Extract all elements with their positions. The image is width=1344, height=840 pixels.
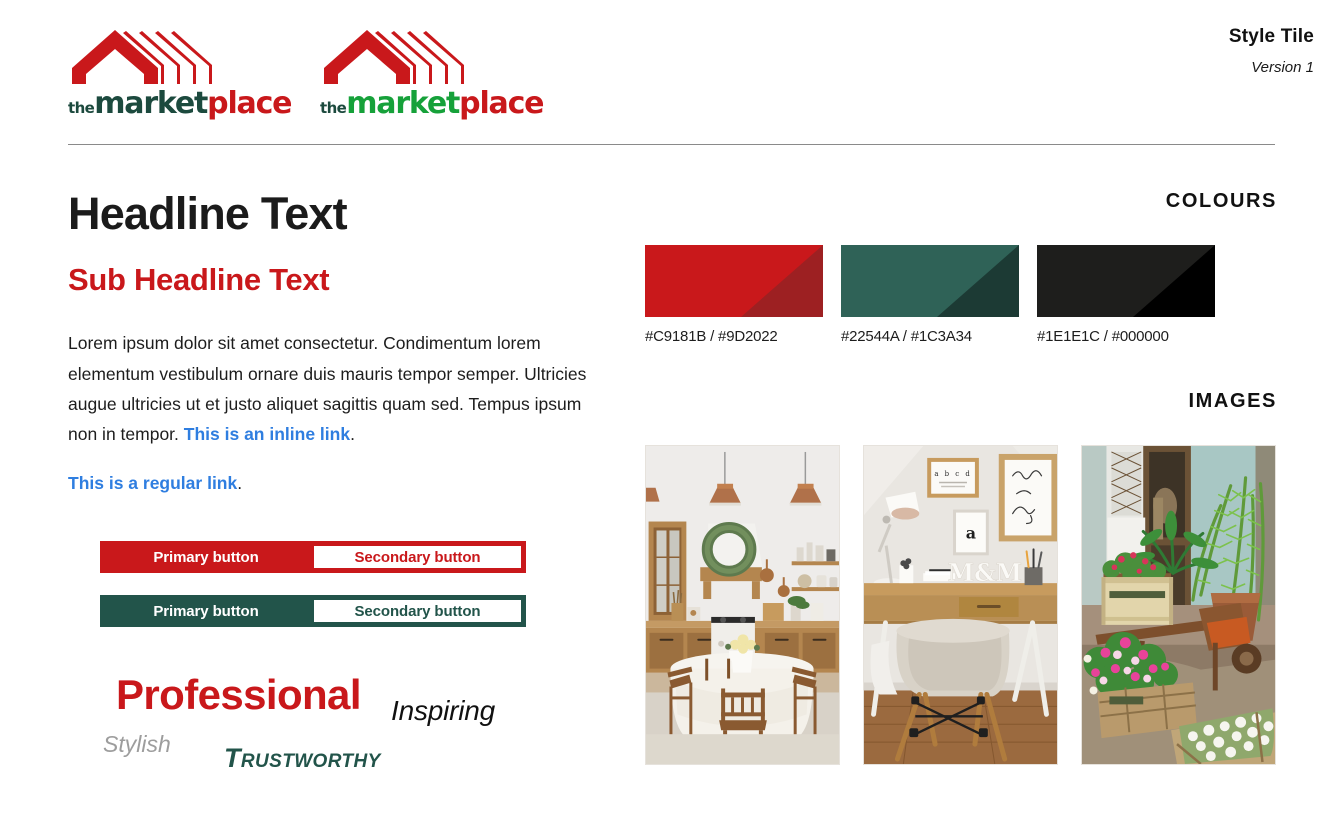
colours-heading: COLOURS: [1165, 190, 1277, 212]
secondary-button-red-wrap: Secondary button: [312, 541, 526, 573]
inline-link[interactable]: This is an inline link: [184, 424, 350, 444]
svg-text:M&M: M&M: [948, 559, 1022, 587]
version-label: Version 1: [1251, 59, 1314, 76]
regular-link-period: .: [237, 473, 243, 494]
secondary-button-green-wrap: Secondary button: [312, 595, 526, 627]
header-divider: [68, 144, 1275, 145]
secondary-button-red[interactable]: Secondary button: [312, 544, 523, 571]
logo-roof-icon: [324, 30, 464, 84]
swatch-green-chip: [841, 245, 1019, 317]
logo-the-text: the: [68, 99, 95, 117]
style-tile-page: themarketplace themarketplace Style Tile: [0, 0, 1344, 840]
swatch-red-label: #C9181B / #9D2022: [645, 328, 778, 345]
button-group-red: Primary button Secondary button: [100, 541, 526, 574]
page-header: themarketplace themarketplace Style Tile: [0, 0, 1344, 150]
swatch-black-split-icon: [1037, 245, 1215, 317]
svg-text:a b c d: a b c d: [934, 470, 971, 478]
regular-link-row: This is a regular link.: [68, 473, 608, 494]
photo-kitchen-dining: [645, 445, 840, 765]
logo-the-text: the: [320, 99, 347, 117]
swatch-green-label: #22544A / #1C3A34: [841, 328, 972, 345]
body-paragraph: Lorem ipsum dolor sit amet consectetur. …: [68, 328, 588, 449]
swatch-black-chip: [1037, 245, 1215, 317]
swatch-green: #22544A / #1C3A34: [841, 245, 1019, 345]
page-title: Style Tile: [1228, 26, 1314, 47]
photo-garden-porch-illustration: [1082, 446, 1275, 764]
sub-headline-text: Sub Headline Text: [68, 262, 330, 298]
swatch-red-split-icon: [645, 245, 823, 317]
button-group-green: Primary button Secondary button: [100, 595, 526, 628]
swatch-red: #C9181B / #9D2022: [645, 245, 823, 345]
photo-home-office-illustration: a b c d a M&M: [864, 446, 1057, 764]
swatch-black: #1E1E1C / #000000: [1037, 245, 1215, 345]
adjective-trustworthy: Trustworthy: [224, 743, 381, 774]
typography-section: Headline Text Sub Headline Text Lorem ip…: [68, 190, 608, 781]
swatch-red-chip: [645, 245, 823, 317]
regular-link[interactable]: This is a regular link: [68, 473, 237, 493]
photo-home-office: a b c d a M&M: [863, 445, 1058, 765]
images-heading: IMAGES: [1188, 390, 1277, 412]
header-meta: Style Tile Version 1: [1229, 26, 1314, 76]
colour-swatches: #C9181B / #9D2022 #22544A / #1C3A34 #1E1…: [645, 245, 1277, 345]
headline-text: Headline Text: [68, 188, 348, 239]
adjective-stylish: Stylish: [103, 731, 171, 758]
secondary-button-green[interactable]: Secondary button: [312, 598, 523, 625]
swatch-black-label: #1E1E1C / #000000: [1037, 328, 1169, 345]
logo-primary-wordmark: themarketplace: [68, 86, 293, 121]
photo-kitchen-dining-illustration: [646, 446, 839, 764]
primary-button-green[interactable]: Primary button: [100, 595, 312, 627]
logo-group: themarketplace themarketplace: [68, 22, 545, 119]
image-samples: a b c d a M&M: [645, 445, 1277, 765]
assets-section: COLOURS #C9181B / #9D2022 #22544A / #1C3…: [645, 190, 1277, 765]
logo-alt-wordmark: themarketplace: [320, 86, 545, 121]
svg-text:a: a: [966, 523, 976, 542]
logo-alt: themarketplace: [320, 22, 545, 119]
logo-roof-icon: [72, 30, 212, 84]
logo-market-text: market: [94, 86, 208, 121]
logo-primary: themarketplace: [68, 22, 293, 119]
photo-garden-porch: [1081, 445, 1276, 765]
primary-button-red[interactable]: Primary button: [100, 541, 312, 573]
inline-link-period: .: [350, 424, 355, 445]
swatch-green-split-icon: [841, 245, 1019, 317]
logo-market-text: market: [346, 86, 460, 121]
adjective-professional: Professional: [116, 671, 361, 719]
brand-adjectives: Professional Inspiring Stylish Trustwort…: [68, 671, 588, 781]
button-samples: Primary button Secondary button Primary …: [100, 541, 608, 628]
logo-place-text: place: [207, 86, 292, 121]
adjective-inspiring: Inspiring: [391, 695, 496, 727]
logo-place-text: place: [459, 86, 544, 121]
